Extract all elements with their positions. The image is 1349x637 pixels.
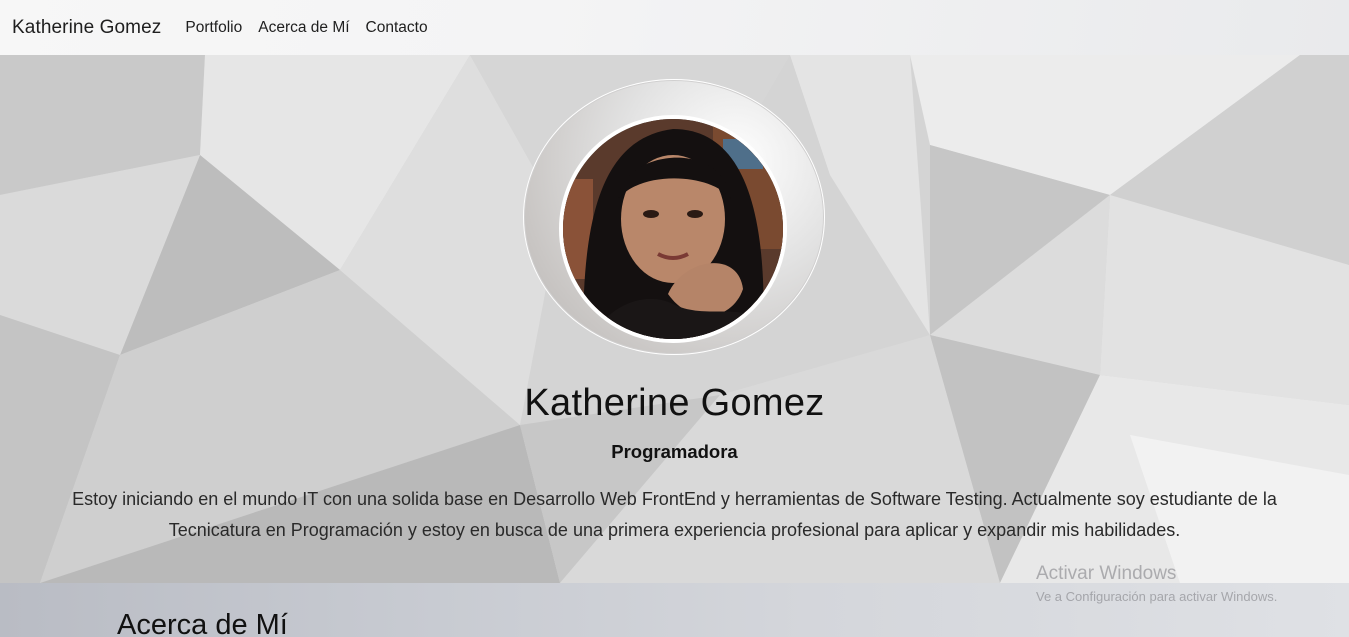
watermark-title: Activar Windows [1036, 563, 1177, 584]
nav-link-acerca-de-mi[interactable]: Acerca de Mí [258, 19, 349, 37]
nav-links: Portfolio Acerca de Mí Contacto [185, 19, 443, 37]
profile-photo-illustration [563, 119, 783, 339]
hero-role: Programadora [611, 441, 738, 462]
about-title: Acerca de Mí [117, 609, 288, 637]
navbar: Katherine Gomez Portfolio Acerca de Mí C… [0, 0, 1349, 55]
hero-name: Katherine Gomez [524, 382, 825, 424]
hero-bio: Estoy iniciando en el mundo IT con una s… [72, 489, 1277, 540]
watermark-subtitle: Ve a Configuración para activar Windows. [1036, 589, 1278, 604]
profile-avatar [559, 115, 787, 343]
nav-link-contacto[interactable]: Contacto [366, 19, 428, 37]
navbar-brand[interactable]: Katherine Gomez [12, 17, 161, 39]
hero-section: Katherine Gomez Programadora Estoy inici… [0, 55, 1349, 583]
nav-link-portfolio[interactable]: Portfolio [185, 19, 242, 37]
windows-activation-watermark: Activar Windows Ve a Configuración para … [1036, 563, 1277, 604]
